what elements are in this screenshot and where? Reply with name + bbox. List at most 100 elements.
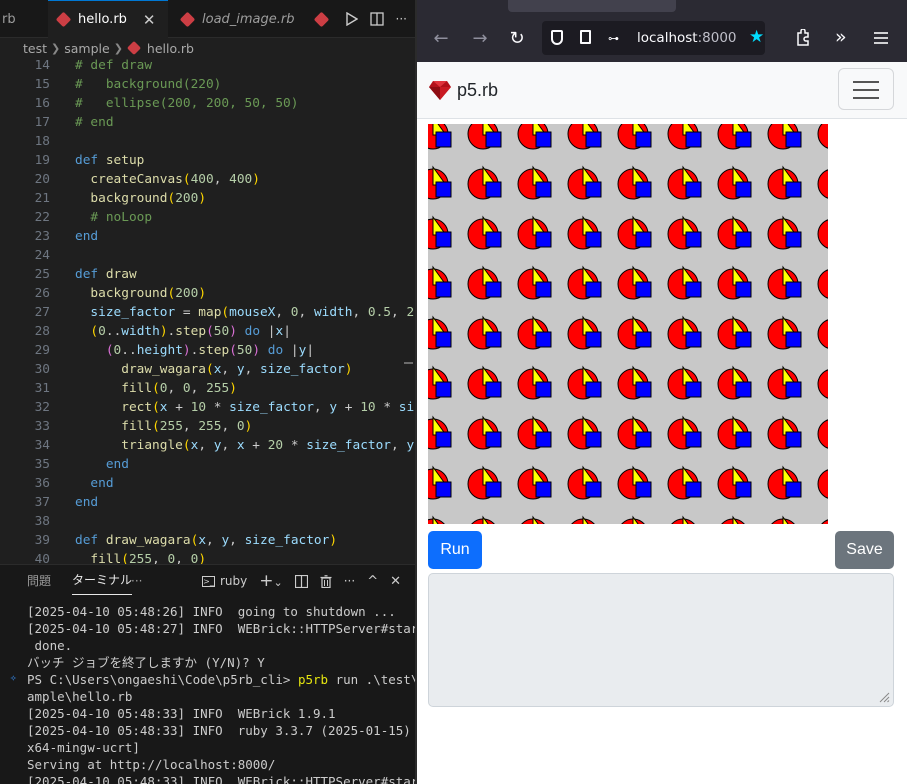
code-line[interactable]: 24 (0, 246, 415, 265)
code-line[interactable]: 36 end (0, 474, 415, 493)
bottom-panel: 問題 ターミナル ··· >_ ruby +⌄ ··· ^ ✕ [2025-04… (0, 564, 415, 784)
terminal-output[interactable]: [2025-04-10 05:48:26] INFO going to shut… (0, 603, 415, 784)
resize-grip-icon[interactable] (878, 691, 890, 703)
blue-square (685, 331, 702, 348)
code-line[interactable]: 27 size_factor = map(mouseX, 0, width, 0… (0, 303, 415, 322)
tab-load-image-rb[interactable]: load_image.rb (172, 0, 305, 38)
line-number: 29 (34, 343, 50, 358)
blue-square (635, 181, 652, 198)
ruby-logo-icon[interactable] (428, 78, 452, 102)
code-area[interactable]: 14 # def draw 15 # background(220) 16 # ellip… (0, 56, 415, 564)
overflow-menu-icon[interactable]: » (835, 26, 847, 48)
tab-overflow[interactable] (312, 0, 331, 38)
code-line[interactable]: 26 background(200) (0, 284, 415, 303)
code-line[interactable]: 34 triangle(x, y, x + 20 * size_factor, … (0, 436, 415, 455)
run-icon[interactable] (345, 12, 358, 26)
wagara-tile (667, 415, 702, 450)
bookmark-star-icon[interactable]: ★ (749, 27, 764, 47)
blue-square (785, 281, 802, 298)
code-line[interactable]: 37 end (0, 493, 415, 512)
browser-tab[interactable] (508, 0, 676, 12)
wagara-tile (517, 315, 552, 350)
add-terminal-button[interactable]: +⌄ (259, 571, 282, 591)
tab-hello-rb[interactable]: hello.rb ✕ (48, 0, 168, 38)
code-line[interactable]: 25 def draw (0, 265, 415, 284)
trash-icon[interactable] (320, 574, 332, 588)
code-line[interactable]: 28 (0..width).step(50) do |x| (0, 322, 415, 341)
url-text[interactable]: localhost:8000 (637, 30, 737, 46)
line-number: 15 (34, 77, 50, 92)
more-actions-icon[interactable]: ··· (344, 574, 355, 588)
close-icon[interactable]: ✕ (143, 11, 156, 29)
back-icon[interactable]: ← (430, 28, 452, 49)
run-button[interactable]: Run (428, 531, 482, 569)
wagara-tile (717, 265, 752, 300)
breadcrumb-folder-test[interactable]: test (23, 41, 47, 56)
code-text: fill(255, 0, 0) (90, 552, 207, 564)
code-text: background(200) (90, 286, 207, 301)
breadcrumb-file[interactable]: hello.rb (147, 41, 194, 56)
wagara-tile (471, 515, 495, 524)
code-line[interactable]: 21 background(200) (0, 189, 415, 208)
code-line[interactable]: 22 # noLoop (0, 208, 415, 227)
code-line[interactable]: 23 end (0, 227, 415, 246)
terminal-line: [2025-04-10 05:48:26] INFO going to shut… (27, 604, 396, 619)
code-line[interactable]: 38 (0, 512, 415, 531)
code-line[interactable]: 14 # def draw (0, 56, 415, 75)
split-editor-icon[interactable] (369, 12, 384, 26)
split-terminal-icon[interactable] (294, 574, 308, 588)
code-line[interactable]: 31 fill(0, 0, 255) (0, 379, 415, 398)
code-line[interactable]: 19 def setup (0, 151, 415, 170)
wagara-tile (817, 319, 828, 349)
code-line[interactable]: 16 # ellipse(200, 200, 50, 50) (0, 94, 415, 113)
blue-square (785, 131, 802, 148)
terminal-shell-selector[interactable]: >_ ruby (202, 574, 247, 588)
save-button[interactable]: Save (835, 531, 894, 569)
code-line[interactable]: 20 createCanvas(400, 400) (0, 170, 415, 189)
output-textarea[interactable] (428, 573, 894, 707)
extensions-icon[interactable] (795, 29, 811, 46)
forward-icon[interactable]: → (469, 28, 491, 49)
p5-canvas[interactable] (428, 124, 828, 524)
toggler-bar (853, 97, 879, 99)
wagara-tile (567, 165, 602, 200)
reload-icon[interactable]: ↻ (506, 28, 528, 49)
permissions-icon[interactable]: ⊶ (608, 32, 619, 45)
code-line[interactable]: 15 # background(220) (0, 75, 415, 94)
hamburger-menu-icon[interactable] (874, 32, 888, 44)
tab-previous-file[interactable]: rb (0, 0, 26, 38)
site-brand[interactable]: p5.rb (457, 80, 498, 101)
blue-square (635, 231, 652, 248)
page-icon[interactable] (580, 30, 591, 44)
blue-square (585, 231, 602, 248)
url-bar[interactable]: ⊶ localhost:8000 ★ (542, 21, 765, 55)
wagara-tile (821, 519, 828, 524)
terminal-line: [2025-04-10 05:48:33] INFO WEBrick 1.9.1 (27, 706, 336, 721)
code-line[interactable]: 33 fill(255, 255, 0) (0, 417, 415, 436)
wagara-tile (667, 124, 702, 150)
more-tabs-icon[interactable]: ··· (131, 565, 142, 597)
close-panel-icon[interactable]: ✕ (390, 574, 401, 589)
wagara-tile (617, 165, 652, 200)
code-line[interactable]: 32 rect(x + 10 * size_factor, y + 10 * s… (0, 398, 415, 417)
code-line[interactable]: 30 draw_wagara(x, y, size_factor) (0, 360, 415, 379)
code-line[interactable]: 40 fill(255, 0, 0) (0, 550, 415, 564)
code-line[interactable]: 39 def draw_wagara(x, y, size_factor) (0, 531, 415, 550)
breadcrumb-folder-sample[interactable]: sample (64, 41, 109, 56)
shield-icon[interactable] (551, 30, 563, 45)
tab-problems[interactable]: 問題 (27, 565, 51, 597)
code-line[interactable]: 17 # end (0, 113, 415, 132)
red-circle (817, 419, 828, 449)
navbar-toggler-button[interactable] (838, 68, 894, 110)
code-text: # def draw (75, 58, 153, 73)
code-line[interactable]: 35 end (0, 455, 415, 474)
code-line[interactable]: 18 (0, 132, 415, 151)
code-text: size_factor = map(mouseX, 0, width, 0.5,… (90, 305, 415, 320)
code-text: # end (75, 115, 114, 130)
terminal-line: ample\hello.rb (27, 689, 133, 704)
red-circle (817, 169, 828, 199)
tab-terminal[interactable]: ターミナル (72, 565, 133, 595)
code-line[interactable]: 29 (0..height).step(50) do |y| (0, 341, 415, 360)
more-actions-icon[interactable]: ··· (396, 12, 407, 26)
maximize-panel-icon[interactable]: ^ (367, 574, 378, 589)
